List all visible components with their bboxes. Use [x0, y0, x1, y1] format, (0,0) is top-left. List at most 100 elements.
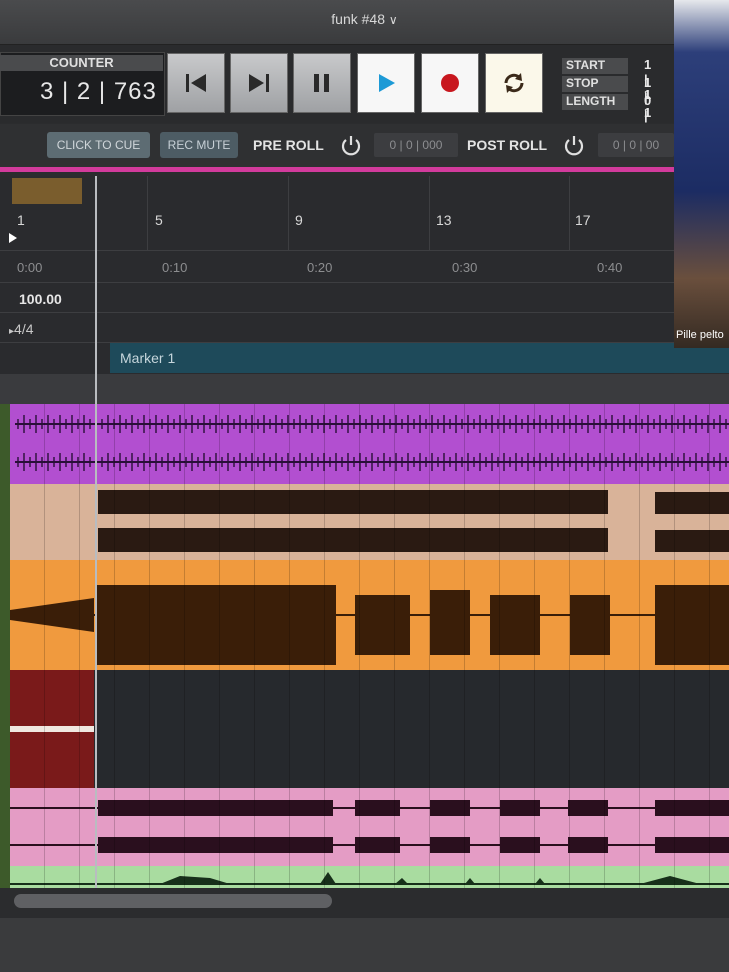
waveform-orange	[10, 585, 729, 665]
pause-button[interactable]	[293, 53, 351, 113]
beat-gridline	[499, 866, 500, 888]
beat-gridline	[429, 404, 430, 484]
time-label: 0:10	[162, 260, 188, 275]
beat-gridline	[289, 670, 290, 788]
track-color-strip	[0, 404, 10, 888]
beat-gridline	[359, 404, 360, 484]
beat-gridline	[44, 670, 45, 788]
beat-gridline	[499, 560, 500, 670]
time-label: 0:00	[17, 260, 43, 275]
post-roll-label: POST ROLL	[467, 137, 548, 153]
song-start-marker-icon[interactable]	[9, 233, 17, 243]
rewind-to-start-button[interactable]	[167, 53, 225, 113]
record-button[interactable]	[421, 53, 479, 113]
beat-gridline	[464, 560, 465, 670]
start-label: START	[562, 58, 628, 74]
beat-gridline	[674, 404, 675, 484]
beat-gridline	[569, 866, 570, 888]
post-roll-field[interactable]: 0 | 0 | 00	[598, 133, 674, 157]
pre-roll-field[interactable]: 0 | 0 | 000	[374, 133, 458, 157]
ruler-divider	[0, 250, 729, 251]
time-selection-panel: START STOP LENGTH 1 | 1 1 | 1 0 | 0	[562, 55, 651, 138]
beat-gridline	[569, 670, 570, 788]
track-dark-clip[interactable]	[10, 670, 729, 788]
skip-back-icon	[186, 74, 206, 92]
beat-gridline	[359, 866, 360, 888]
beat-gridline	[709, 484, 710, 560]
beat-gridline	[499, 404, 500, 484]
bar-number: 1	[17, 212, 25, 228]
beat-gridline	[674, 670, 675, 788]
play-button[interactable]	[357, 53, 415, 113]
bar-gridline	[569, 176, 570, 250]
bar-number: 5	[155, 212, 163, 228]
beat-gridline	[464, 788, 465, 866]
skip-forward-icon	[249, 74, 269, 92]
beat-gridline	[429, 670, 430, 788]
beat-gridline	[184, 866, 185, 888]
track-orange-clip[interactable]	[10, 560, 729, 670]
track-green-clip[interactable]	[10, 866, 729, 888]
time-label: 0:30	[452, 260, 478, 275]
beat-gridline	[429, 560, 430, 670]
ruler-divider	[0, 312, 729, 313]
timeline-accent-line	[0, 167, 729, 172]
beat-gridline	[639, 866, 640, 888]
beat-gridline	[44, 404, 45, 484]
beat-gridline	[604, 670, 605, 788]
beat-gridline	[184, 560, 185, 670]
beat-gridline	[499, 484, 500, 560]
beat-gridline	[149, 560, 150, 670]
marker-lane[interactable]	[110, 343, 729, 373]
beat-gridline	[79, 788, 80, 866]
beat-gridline	[254, 788, 255, 866]
marker-label[interactable]: Marker 1	[120, 350, 175, 366]
time-label: 0:20	[307, 260, 333, 275]
muted-region-waveform	[10, 726, 94, 732]
beat-gridline	[219, 560, 220, 670]
beat-gridline	[569, 560, 570, 670]
beat-gridline	[289, 788, 290, 866]
pre-roll-power-icon[interactable]	[337, 131, 365, 159]
track-pink-clip[interactable]	[10, 788, 729, 866]
beat-gridline	[499, 670, 500, 788]
beat-gridline	[44, 560, 45, 670]
time-signature[interactable]: ▸4/4	[9, 321, 34, 337]
bar-number: 17	[575, 212, 591, 228]
beat-gridline	[114, 788, 115, 866]
loop-button[interactable]	[485, 53, 543, 113]
beat-gridline	[674, 866, 675, 888]
beat-gridline	[149, 484, 150, 560]
beat-gridline	[394, 788, 395, 866]
chevron-down-icon[interactable]: ∨	[389, 13, 398, 27]
length-label: LENGTH	[562, 94, 628, 110]
forward-to-end-button[interactable]	[230, 53, 288, 113]
loop-region-block[interactable]	[12, 178, 82, 204]
counter-label: COUNTER	[0, 55, 163, 71]
horizontal-scrollbar[interactable]	[14, 894, 332, 908]
bar-gridline	[147, 176, 148, 250]
rec-mute-button[interactable]: REC MUTE	[160, 132, 238, 158]
post-roll-power-icon[interactable]	[560, 131, 588, 159]
bar-gridline	[429, 176, 430, 250]
beat-gridline	[674, 560, 675, 670]
beat-gridline	[534, 788, 535, 866]
beat-gridline	[604, 560, 605, 670]
click-to-cue-button[interactable]: CLICK TO CUE	[47, 132, 150, 158]
beat-gridline	[289, 484, 290, 560]
beat-gridline	[79, 670, 80, 788]
beat-gridline	[184, 404, 185, 484]
waveform-purple	[15, 415, 729, 471]
beat-gridline	[709, 404, 710, 484]
beat-gridline	[324, 670, 325, 788]
beat-gridline	[359, 484, 360, 560]
window-title[interactable]: funk #48 ∨	[0, 11, 729, 27]
beat-gridline	[149, 670, 150, 788]
playhead-cursor[interactable]	[95, 176, 97, 888]
beat-gridline	[639, 484, 640, 560]
track-tan-clip[interactable]	[10, 484, 729, 560]
track-purple-clip[interactable]	[10, 404, 729, 484]
tempo-value[interactable]: 100.00	[19, 291, 62, 307]
beat-gridline	[604, 404, 605, 484]
beat-gridline	[79, 484, 80, 560]
